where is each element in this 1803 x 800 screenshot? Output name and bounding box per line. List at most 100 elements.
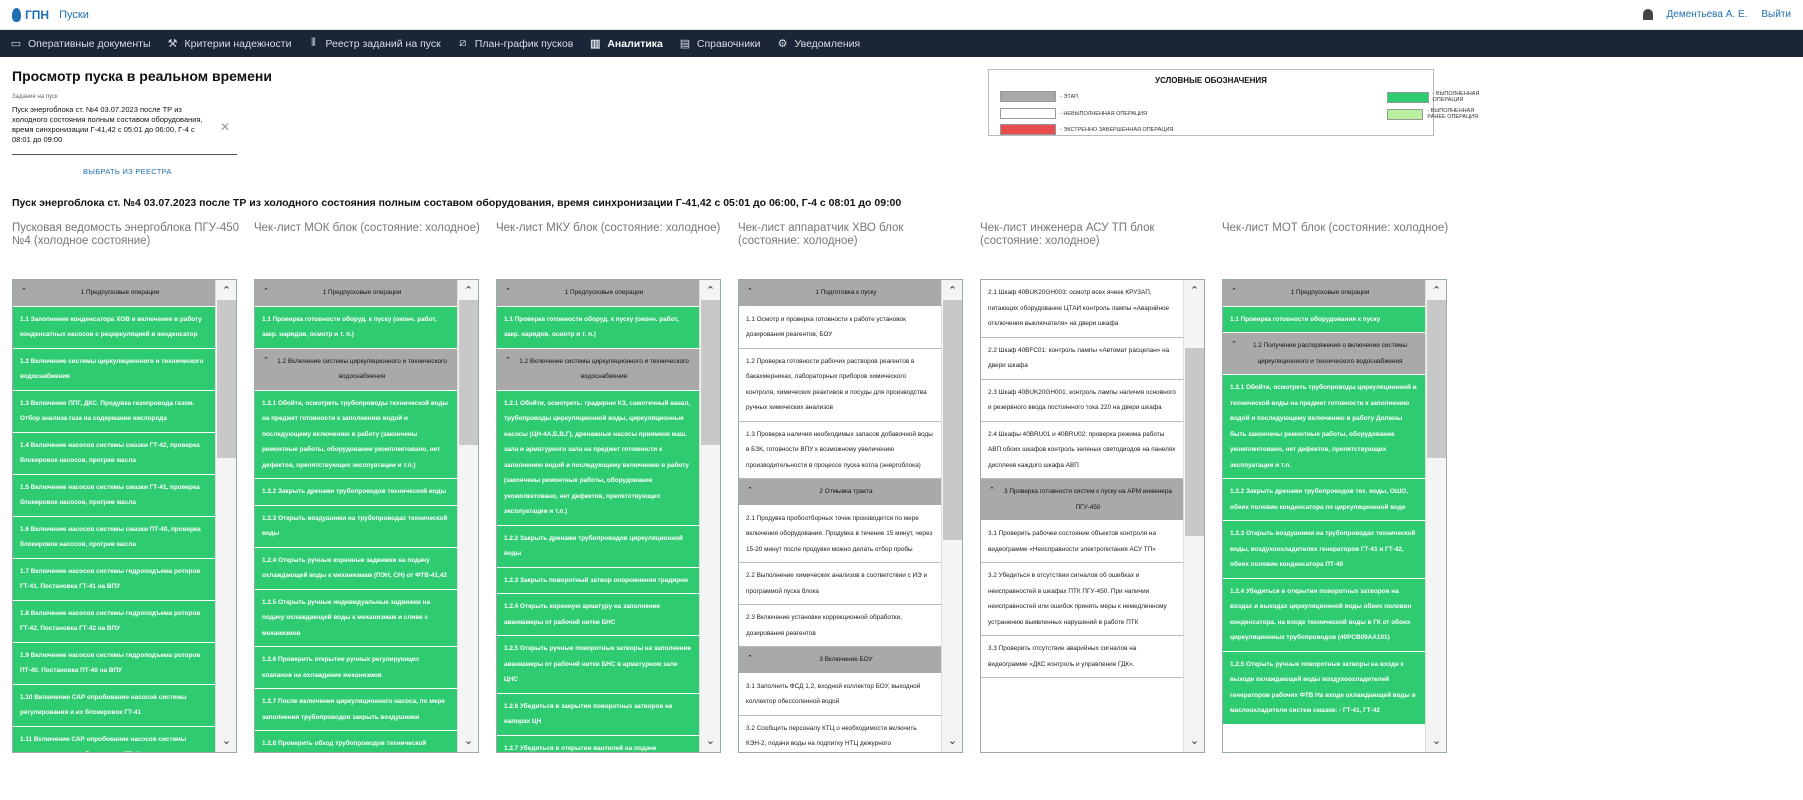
operation-row[interactable]: 3.2 Сообщить персоналу КТЦ о необходимос…	[739, 715, 942, 752]
operation-row[interactable]: 1.2 Проверка готовности рабочих растворо…	[739, 348, 942, 422]
nav-item-5[interactable]: ▤ Справочники	[679, 37, 761, 51]
nav-item-2[interactable]: ⫴ Реестр заданий на пуск	[307, 37, 441, 50]
operation-row[interactable]: 3.1 Заполнить ФСД 1,2, входной коллектор…	[739, 673, 942, 716]
operation-row[interactable]: 2.3 Шкаф 40BUK20GH001: контроль лампы на…	[981, 379, 1184, 422]
scroll-up-icon[interactable]: ⌃	[942, 282, 962, 300]
operation-row[interactable]: 1.2.3 Закрыть поворотный затвор опорожне…	[497, 567, 700, 594]
nav-item-3[interactable]: ⧄ План-график пусков	[457, 37, 573, 50]
chevron-up-icon[interactable]: ⌃	[21, 284, 27, 300]
checklist-panel[interactable]: ⌃ 1 Предпусковые операции 1.1 Проверка гот…	[496, 279, 721, 753]
logout-link[interactable]: Выйти	[1761, 9, 1791, 20]
stage-row[interactable]: ⌃ 1 Подготовка к пуску	[739, 280, 942, 307]
nav-item-0[interactable]: ▭ Оперативные документы	[10, 37, 151, 51]
operation-row[interactable]: 1.6 Включение насосов системы смазки ПТ-…	[13, 516, 216, 559]
app-name[interactable]: Пуски	[59, 9, 89, 21]
checklist-panel[interactable]: ⌃ 1 Предпусковые операции 1.1 Проверка гот…	[1222, 279, 1447, 753]
scroll-down-icon[interactable]: ⌄	[700, 732, 720, 750]
operation-row[interactable]: 1.1 Проверка готовности оборудования к п…	[1223, 306, 1426, 333]
operation-row[interactable]: 1.2.7 После включения циркуляционного на…	[255, 689, 458, 731]
operation-row[interactable]: 1.7 Включение насосов системы гидроподъе…	[13, 558, 216, 601]
operation-row[interactable]: 1.2.2 Закрыть дренажи трубопроводов тех.…	[1223, 479, 1426, 521]
operation-row[interactable]: 1.2 Включение системы циркуляционного и …	[13, 348, 216, 391]
scroll-up-icon[interactable]: ⌃	[1184, 282, 1204, 300]
operation-row[interactable]: 1.2.5 Открыть ручные индивидуальные задв…	[255, 589, 458, 647]
scroll-down-icon[interactable]: ⌄	[216, 732, 236, 750]
operation-row[interactable]: 1.2.6 Проверить открытие ручных регулиру…	[255, 647, 458, 689]
operation-row[interactable]: 1.2.1 Обойти, осмотреть: градирню КЗ, са…	[497, 390, 700, 526]
scroll-up-icon[interactable]: ⌃	[1426, 282, 1446, 300]
stage-row[interactable]: ⌃ 3 Включение БОУ	[739, 647, 942, 674]
stage-row[interactable]: ⌃ 1 Предпусковые операции	[255, 280, 458, 307]
scrollbar[interactable]: ⌃ ⌄	[941, 280, 962, 752]
operation-row[interactable]: 1.3 Проверка наличия необходимых запасов…	[739, 421, 942, 479]
stage-row[interactable]: ⌃ 3 Проверка готовности систем к пуску на…	[981, 479, 1184, 521]
scroll-up-icon[interactable]: ⌃	[458, 282, 478, 300]
operation-row[interactable]: 3.3 Проверить отсутствие аварийных сигна…	[981, 636, 1184, 678]
chevron-up-icon[interactable]: ⌃	[1231, 337, 1237, 353]
operation-row[interactable]: 1.2.1 Обойти, осмотреть трубопроводы тех…	[255, 390, 458, 479]
operation-row[interactable]: 1.1 Проверка готовности оборуд. к пуску …	[497, 306, 700, 349]
scroll-down-icon[interactable]: ⌄	[942, 732, 962, 750]
chevron-up-icon[interactable]: ⌃	[747, 284, 753, 300]
scrollbar[interactable]: ⌃ ⌄	[1425, 280, 1446, 752]
operation-row[interactable]: 2.4 Шкафы 40BRU01 и 40BRU02: проверка ре…	[981, 421, 1184, 479]
operation-row[interactable]: 2.3 Включение установки коррекционной об…	[739, 605, 942, 647]
operation-row[interactable]: 2.1 Шкаф 40BUK20GH003: осмотр всех ячеек…	[981, 280, 1184, 338]
operation-row[interactable]: 1.2.5 Открыть ручные поворотные затворы …	[1223, 651, 1426, 725]
operation-row[interactable]: 1.1 Заполнение конденсатора ХОВ и включе…	[13, 306, 216, 349]
nav-item-6[interactable]: ⚙ Уведомления	[777, 37, 861, 51]
scroll-down-icon[interactable]: ⌄	[458, 732, 478, 750]
operation-row[interactable]: 1.2.4 Открыть коренную арматуру на запол…	[497, 594, 700, 636]
operation-row[interactable]: 1.2.4 Убедиться в открытии поворотных за…	[1223, 578, 1426, 652]
stage-row[interactable]: ⌃ 1 Предпусковые операции	[1223, 280, 1426, 307]
operation-row[interactable]: 2.2 Выполнение химических анализов в соо…	[739, 563, 942, 605]
operation-row[interactable]: 1.8 Включение насосов системы гидроподъе…	[13, 600, 216, 643]
checklist-panel[interactable]: ⌃ 1 Предпусковые операции 1.1 Заполнение к…	[12, 279, 237, 753]
operation-row[interactable]: 3.2 Убедиться в отсутствии сигналов об о…	[981, 563, 1184, 636]
scroll-thumb[interactable]	[1185, 348, 1204, 536]
stage-row[interactable]: ⌃ 1.2 Получение распоряжения о включении …	[1223, 333, 1426, 375]
operation-row[interactable]: 1.2.3 Открыть воздушники на трубопровода…	[255, 505, 458, 548]
operation-row[interactable]: 1.9 Включение насосов системы гидроподъе…	[13, 642, 216, 685]
operation-row[interactable]: 1.5 Включение насосов системы смазки ГТ-…	[13, 474, 216, 517]
logo[interactable]: ГПН	[12, 7, 49, 22]
operation-row[interactable]: 1.3 Включение ППГ, ДКС. Продувка газопро…	[13, 390, 216, 433]
chevron-up-icon[interactable]: ⌃	[505, 284, 511, 300]
operation-row[interactable]: 1.2.4 Открыть ручные коренные задвижки н…	[255, 547, 458, 590]
user-name[interactable]: Дементьева А. Е.	[1667, 9, 1748, 20]
bell-icon[interactable]	[1642, 9, 1653, 20]
scroll-thumb[interactable]	[1427, 300, 1446, 458]
scroll-up-icon[interactable]: ⌃	[700, 282, 720, 300]
operation-row[interactable]: 1.10 Включение САР опробование насосов с…	[13, 684, 216, 727]
scrollbar[interactable]: ⌃ ⌄	[457, 280, 478, 752]
task-field-input[interactable]: Пуск энергоблока ст. №4 03.07.2023 после…	[12, 105, 210, 145]
scrollbar[interactable]: ⌃ ⌄	[1183, 280, 1204, 752]
operation-row[interactable]: 2.1 Продувка пробоотборных точек произво…	[739, 505, 942, 563]
operation-row[interactable]: 1.2.6 Убедиться в закрытии поворотных за…	[497, 693, 700, 736]
operation-row[interactable]: 1.2.3 Открыть воздушники на трубопровода…	[1223, 521, 1426, 579]
scroll-down-icon[interactable]: ⌄	[1184, 732, 1204, 750]
chevron-up-icon[interactable]: ⌃	[989, 483, 995, 499]
operation-row[interactable]: 1.2.7 Убедиться в открытии вантилей на п…	[497, 735, 700, 752]
scroll-up-icon[interactable]: ⌃	[216, 282, 236, 300]
chevron-up-icon[interactable]: ⌃	[747, 483, 753, 499]
checklist-panel[interactable]: ⌃ 1 Предпусковые операции 1.1 Проверка гот…	[254, 279, 479, 753]
operation-row[interactable]: 1.1 Осмотр и проверка готовности к работ…	[739, 306, 942, 349]
stage-row[interactable]: ⌃ 2 Отмывка тракта	[739, 479, 942, 506]
chevron-up-icon[interactable]: ⌃	[747, 651, 753, 667]
operation-row[interactable]: 1.4 Включение насосов системы смазки ГТ-…	[13, 432, 216, 475]
clear-icon[interactable]: ✕	[220, 120, 230, 134]
operation-row[interactable]: 1.2.2 Закрыть дренажи трубопроводов техн…	[255, 479, 458, 506]
chevron-up-icon[interactable]: ⌃	[263, 284, 269, 300]
checklist-panel[interactable]: ⌃ 1 Подготовка к пуску 1.1 Осмотр и провер…	[738, 279, 963, 753]
operation-row[interactable]: 1.2.2 Закрыть дренажи трубопроводов цирк…	[497, 525, 700, 568]
operation-row[interactable]: 1.2.5 Открыть ручные поворотные затворы …	[497, 636, 700, 694]
scroll-down-icon[interactable]: ⌄	[1426, 732, 1446, 750]
stage-row[interactable]: ⌃ 1 Предпусковые операции	[13, 280, 216, 307]
chevron-up-icon[interactable]: ⌃	[505, 353, 511, 369]
operation-row[interactable]: 3.1 Проверить рабочее состояние объектов…	[981, 521, 1184, 563]
operation-row[interactable]: 1.1 Проверка готовности оборуд. к пуску …	[255, 306, 458, 349]
chevron-up-icon[interactable]: ⌃	[1231, 284, 1237, 300]
nav-item-1[interactable]: ⚒ Критерии надежности	[167, 37, 292, 51]
scrollbar[interactable]: ⌃ ⌄	[215, 280, 236, 752]
